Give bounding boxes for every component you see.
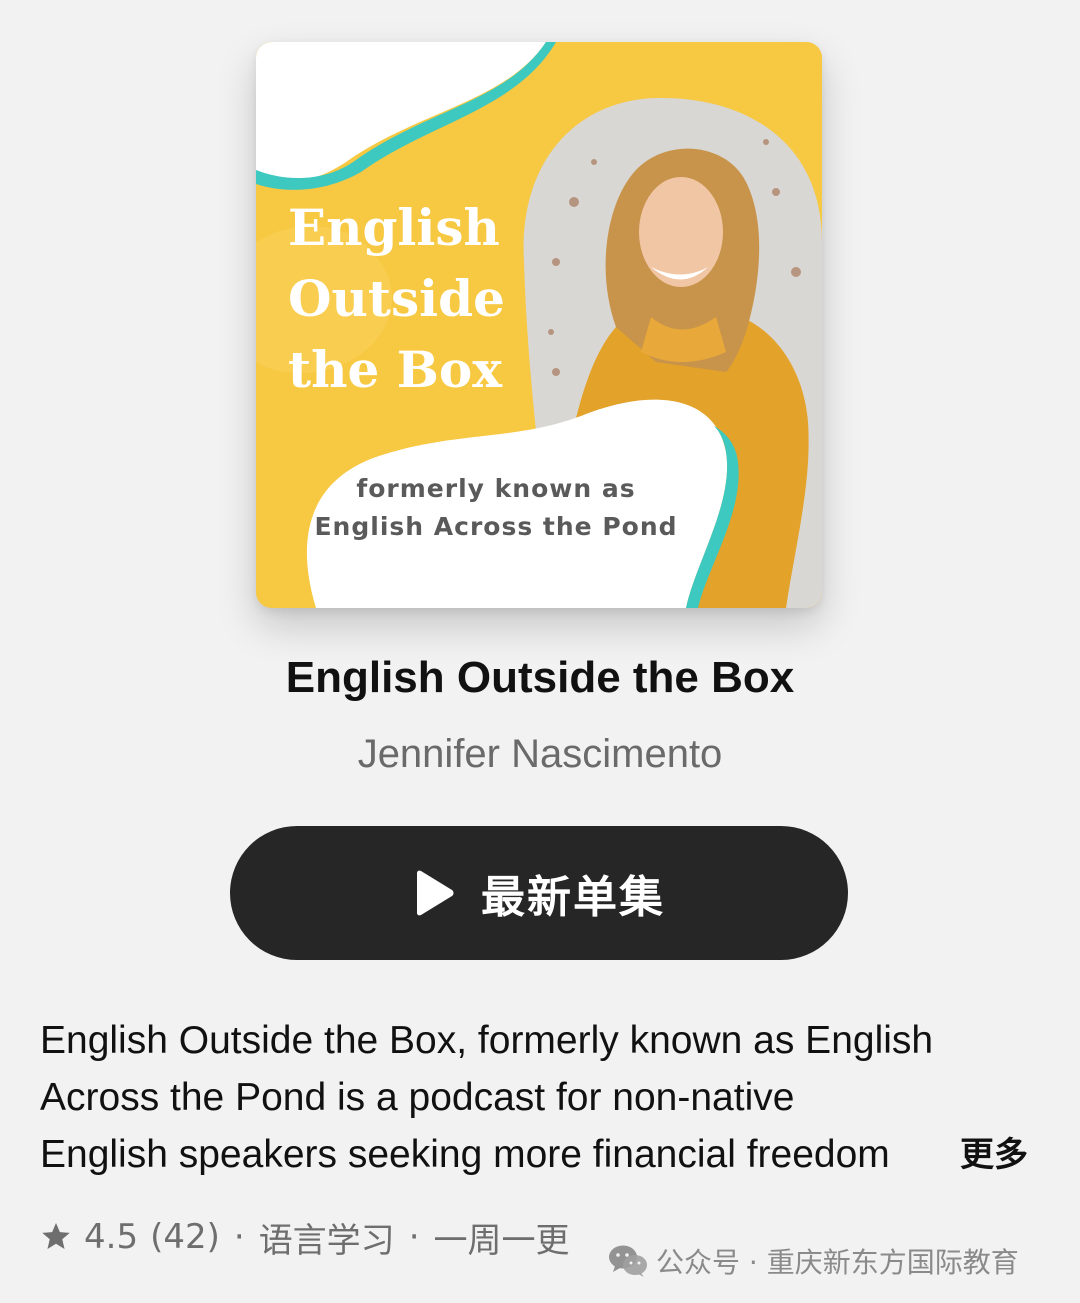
podcast-artwork: English Outside the Box formerly known a… xyxy=(256,42,822,608)
artwork-subtitle: formerly known as English Across the Pon… xyxy=(296,470,696,546)
meta-separator: · xyxy=(233,1217,245,1257)
category-label[interactable]: 语言学习 xyxy=(259,1213,395,1262)
description-line-2: Across the Pond is a podcast for non-nat… xyxy=(40,1076,795,1119)
artwork-title-line-1: English xyxy=(288,198,500,257)
latest-episode-button[interactable]: 最新单集 xyxy=(230,826,848,960)
update-frequency: 一周一更 xyxy=(433,1220,570,1261)
description-line-3: English speakers seeking more financial … xyxy=(40,1126,945,1183)
description-line-1: English Outside the Box, formerly known … xyxy=(40,1019,934,1062)
rating-count: (42) xyxy=(150,1217,220,1257)
podcast-title: English Outside the Box xyxy=(285,653,795,702)
podcast-description: English Outside the Box, formerly known … xyxy=(40,1012,1040,1183)
watermark-text: 公众号 · 重庆新东方国际教育 xyxy=(656,1246,1019,1279)
wechat-icon xyxy=(609,1245,647,1277)
artwork-title-line-3: the Box xyxy=(288,340,503,399)
artwork-title-line-2: Outside xyxy=(288,269,505,328)
play-icon xyxy=(417,870,454,916)
latest-episode-label: 最新单集 xyxy=(481,872,665,923)
artwork-title: English Outside the Box xyxy=(288,192,528,405)
watermark: 公众号 · 重庆新东方国际教育 xyxy=(608,1238,1019,1284)
podcast-author[interactable]: Jennifer Nascimento xyxy=(0,726,1080,782)
meta-separator: · xyxy=(408,1217,420,1257)
rating-value: 4.5 xyxy=(84,1217,139,1257)
star-icon xyxy=(42,1223,70,1249)
podcast-meta: 4.5 (42) · 语言学习 · 一周一更 xyxy=(40,1212,570,1262)
artwork-subtitle-line-1: formerly known as xyxy=(356,474,636,503)
more-button[interactable]: 更多 xyxy=(960,1127,1028,1184)
artwork-subtitle-line-2: English Across the Pond xyxy=(314,512,678,541)
